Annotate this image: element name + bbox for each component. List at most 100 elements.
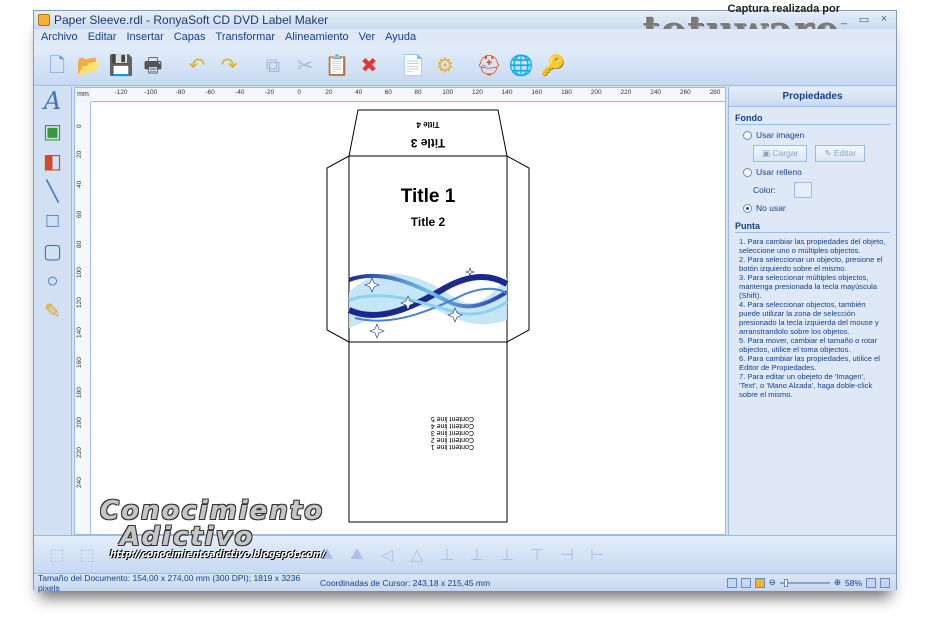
save-icon[interactable]: 💾 [108,53,134,79]
menu-bar: Archivo Editar Insertar Capas Transforma… [34,29,896,46]
maximize-button[interactable]: ▭ [858,13,870,26]
main-toolbar: 🗋 📂 💾 🖶 ↶ ↷ ⧉ ✂ 📋 ✖ 📄 ⚙ ⛑ 🌐 🔑 [34,46,896,86]
editar-button[interactable]: ✎ Editar [815,145,866,162]
help-icon[interactable]: ⛑ [476,53,502,79]
left-flap [326,155,350,343]
image-buttons-row: ▣ Cargar ✎ Editar [753,145,896,162]
tip-line: 1. Para cambiar las propiedades del obje… [739,237,886,255]
menu-transformar[interactable]: Transformar [211,29,281,46]
no-usar-radio[interactable] [743,203,752,213]
zoom-in-icon[interactable]: ⊕ [834,577,841,588]
content-lines[interactable]: Content line 1 Content line 2 Content li… [414,415,474,450]
properties-header: Propiedades [729,87,896,107]
zoom-slider[interactable] [779,578,830,587]
app-icon [38,14,50,26]
title1-text[interactable]: Title 1 [349,186,507,208]
punta-section-label: Punta [735,221,890,233]
new-icon[interactable]: 🗋 [44,53,70,79]
settings-icon[interactable]: ⚙ [432,53,458,79]
usar-relleno-radio[interactable] [743,167,752,177]
tip-line: 3. Para seleccionar múltiples objectos, … [739,273,878,300]
title2-text[interactable]: Title 2 [349,215,507,229]
content-line: Content line 4 [430,422,474,429]
title3-text[interactable]: Title 3 [358,136,498,150]
sleeve-template[interactable] [75,88,726,535]
key-icon[interactable]: 🔑 [540,53,566,79]
view-grid-icon[interactable] [726,577,737,588]
paste-icon[interactable]: 📋 [324,53,350,79]
redo-icon[interactable]: ↷ [216,53,242,79]
properties-icon[interactable]: 📄 [400,53,426,79]
no-usar-label: No usar [756,203,786,213]
pen-tool-icon[interactable]: ✎ [40,299,66,323]
menu-capas[interactable]: Capas [169,29,211,46]
cargar-button[interactable]: ▣ Cargar [753,145,808,162]
zoom-controls: ⊖ ⊕ 58% [726,577,896,588]
delete-icon[interactable]: ✖ [356,53,382,79]
tips-text: 1. Para cambiar las propiedades del obje… [739,237,886,399]
app-window: Paper Sleeve.rdl - RonyaSoft CD DVD Labe… [33,3,897,593]
usar-imagen-label: Usar imagen [756,130,805,140]
rounded-rect-tool-icon[interactable]: ▢ [40,239,66,263]
watermark-conocimiento: Conocimiento Adictivo http://conocimient… [100,498,325,560]
align-right-icon[interactable]: ⊢ [586,544,608,566]
open-icon[interactable]: 📂 [76,53,102,79]
window-title: Paper Sleeve.rdl - RonyaSoft CD DVD Labe… [54,13,329,27]
line-tool-icon[interactable]: ╲ [40,179,66,203]
image-tool-icon[interactable]: ▣ [40,119,66,143]
content-line: Content line 1 [430,443,474,450]
menu-archivo[interactable]: Archivo [36,29,83,46]
undo-icon[interactable]: ↶ [184,53,210,79]
menu-ver[interactable]: Ver [354,29,381,46]
align-bottom-center-icon[interactable]: ⊥ [466,544,488,566]
menu-ayuda[interactable]: Ayuda [380,29,421,46]
zoom-out-icon[interactable]: ⊖ [769,577,776,588]
title4-text[interactable]: Title 4 [358,120,498,129]
align-bottom-left-icon[interactable]: ⊥ [436,544,458,566]
align-bottom-right-icon[interactable]: ⊥ [496,544,518,566]
ellipse-tool-icon[interactable]: ○ [40,269,66,293]
zoom-slider-thumb[interactable] [784,578,789,587]
layers-tool-icon[interactable]: ◧ [40,149,66,173]
align-middle-icon[interactable]: ⊣ [556,544,578,566]
view-layout-icon[interactable] [754,577,765,588]
no-usar-option[interactable]: No usar [743,203,896,213]
text-tool-icon[interactable]: A [40,87,66,115]
window-controls: _ ▭ × [838,13,890,26]
usar-imagen-option[interactable]: Usar imagen [743,130,896,140]
content-line: Content line 5 [430,415,474,422]
fit-width-icon[interactable] [880,577,890,588]
tools-sidebar: A ▣ ◧ ╲ □ ▢ ○ ✎ [34,87,72,535]
fit-page-icon[interactable] [866,577,876,588]
zoom-level: 58% [844,577,862,588]
close-button[interactable]: × [878,13,890,26]
mirror-center-icon[interactable]: △ [406,544,428,566]
usar-relleno-option[interactable]: Usar relleno [743,167,896,177]
distribute-icon[interactable]: ⬚ [76,544,98,566]
watermark-line2: Adictivo [120,522,255,552]
align-top-icon[interactable]: ⊤ [526,544,548,566]
color-swatch[interactable] [793,182,812,198]
status-bar: Tamaño del Documento: 154,00 x 274,00 mm… [34,572,896,593]
cursor-coords-status: Coordinadas de Cursor: 243,18 x 215,45 m… [320,577,491,588]
editar-label: Editar [833,148,857,158]
tip-line: 6. Para cambiar las propiedades, utilice… [739,354,880,372]
menu-editar[interactable]: Editar [83,29,122,46]
flip-up2-icon[interactable]: ⛰ [346,544,368,566]
cut-icon[interactable]: ✂ [292,53,318,79]
color-label: Color: [753,185,776,195]
menu-insertar[interactable]: Insertar [121,29,168,46]
align-grid-icon[interactable]: ⬚ [46,544,68,566]
tip-line: 5. Para mover, cambiar el tamaño o rotar… [739,336,878,354]
usar-imagen-radio[interactable] [743,130,752,140]
print-icon[interactable]: 🖶 [140,53,166,79]
web-icon[interactable]: 🌐 [508,53,534,79]
design-canvas[interactable]: mm -120 -100 -80 -60 -40 -20 0 20 40 60 80 100 120 14… [74,87,726,535]
mirror-left-icon[interactable]: ◁ [376,544,398,566]
document-size-status: Tamaño del Documento: 154,00 x 274,00 mm… [38,572,301,593]
rectangle-tool-icon[interactable]: □ [40,209,66,233]
menu-alineamiento[interactable]: Alineamiento [280,29,354,46]
copy-icon[interactable]: ⧉ [260,53,286,79]
right-flap [506,155,530,343]
view-list-icon[interactable] [740,577,751,588]
